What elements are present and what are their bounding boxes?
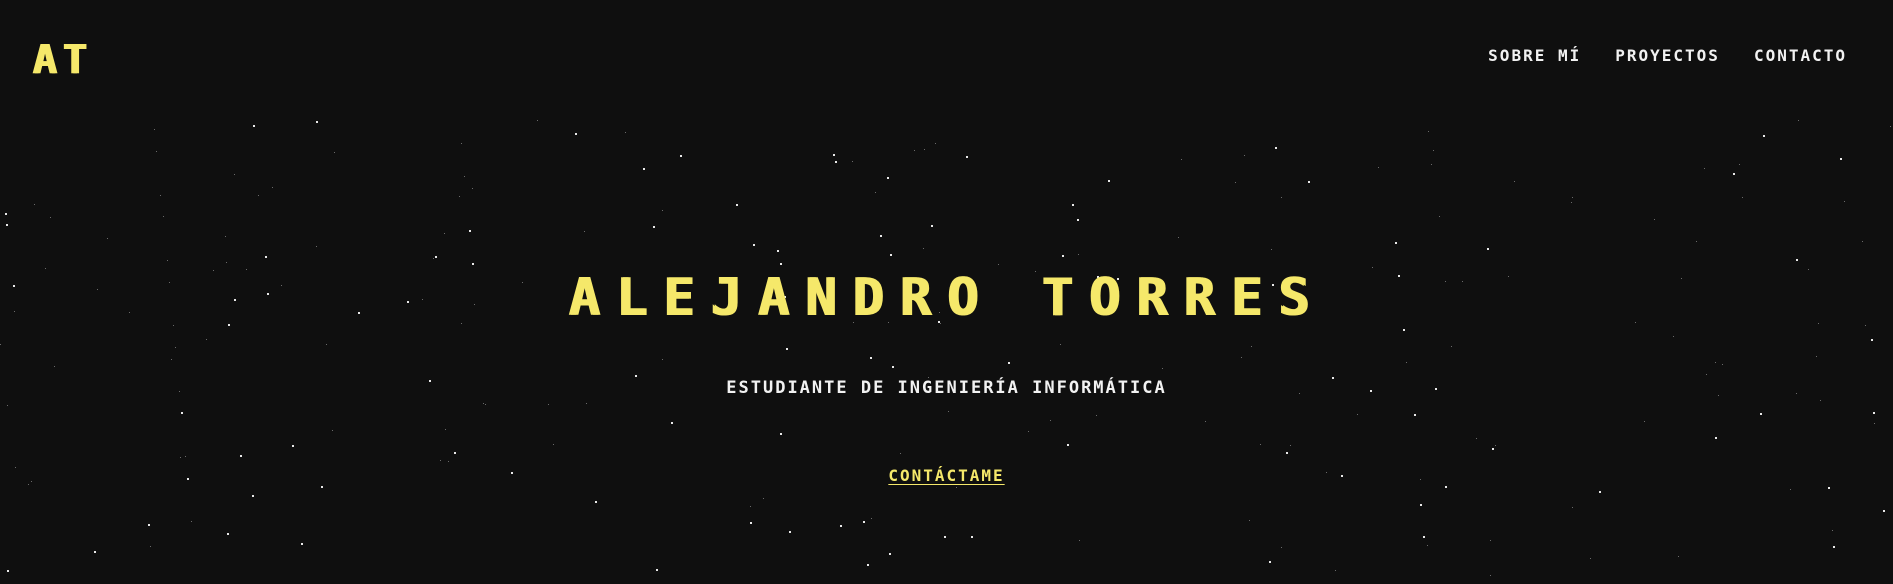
site-logo[interactable]: AT bbox=[32, 36, 92, 84]
site-header: AT SOBRE MÍ PROYECTOS CONTACTO bbox=[0, 0, 1893, 120]
nav-link-contacto[interactable]: CONTACTO bbox=[1754, 46, 1847, 65]
hero-title: ALEJANDRO TORRES bbox=[568, 268, 1325, 328]
contact-me-link[interactable]: CONTÁCTAME bbox=[888, 466, 1004, 485]
nav-link-proyectos[interactable]: PROYECTOS bbox=[1615, 46, 1720, 65]
nav-link-sobre-mi[interactable]: SOBRE MÍ bbox=[1488, 46, 1581, 65]
main-nav: SOBRE MÍ PROYECTOS CONTACTO bbox=[1488, 46, 1847, 65]
hero-cta-wrapper: CONTÁCTAME bbox=[0, 466, 1893, 485]
hero-subtitle: ESTUDIANTE DE INGENIERÍA INFORMÁTICA bbox=[726, 378, 1167, 398]
